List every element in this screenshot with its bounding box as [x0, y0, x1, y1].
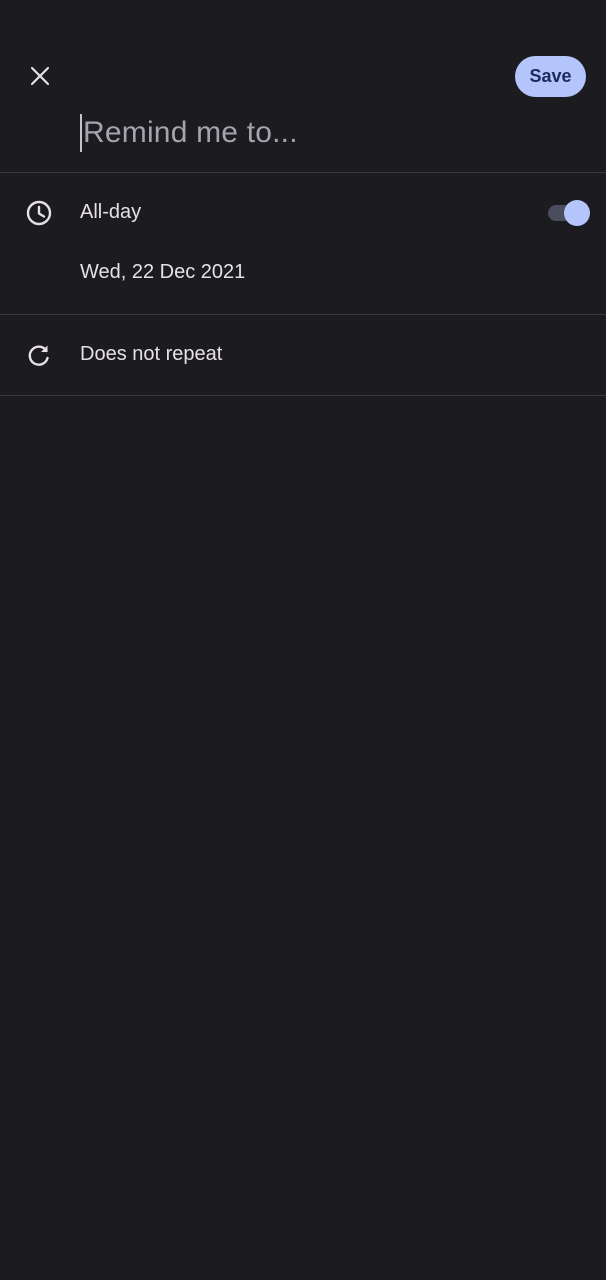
repeat-icon	[24, 340, 54, 370]
date-selector[interactable]: Wed, 22 Dec 2021	[80, 261, 245, 284]
text-caret	[80, 114, 82, 152]
repeat-selector[interactable]: Does not repeat	[80, 343, 222, 366]
save-button[interactable]: Save	[515, 56, 586, 97]
toggle-thumb	[564, 200, 590, 226]
all-day-toggle[interactable]	[548, 200, 590, 226]
reminder-title-input[interactable]: Remind me to...	[80, 112, 560, 154]
divider	[0, 172, 606, 173]
reminder-editor-screen: Save Remind me to... All-day Wed, 22 Dec…	[0, 0, 606, 1280]
close-icon	[30, 66, 50, 86]
all-day-label: All-day	[80, 201, 142, 223]
clock-icon	[24, 198, 54, 228]
divider	[0, 395, 606, 396]
divider	[0, 314, 606, 315]
close-button[interactable]	[20, 56, 60, 96]
title-placeholder: Remind me to...	[83, 116, 298, 149]
